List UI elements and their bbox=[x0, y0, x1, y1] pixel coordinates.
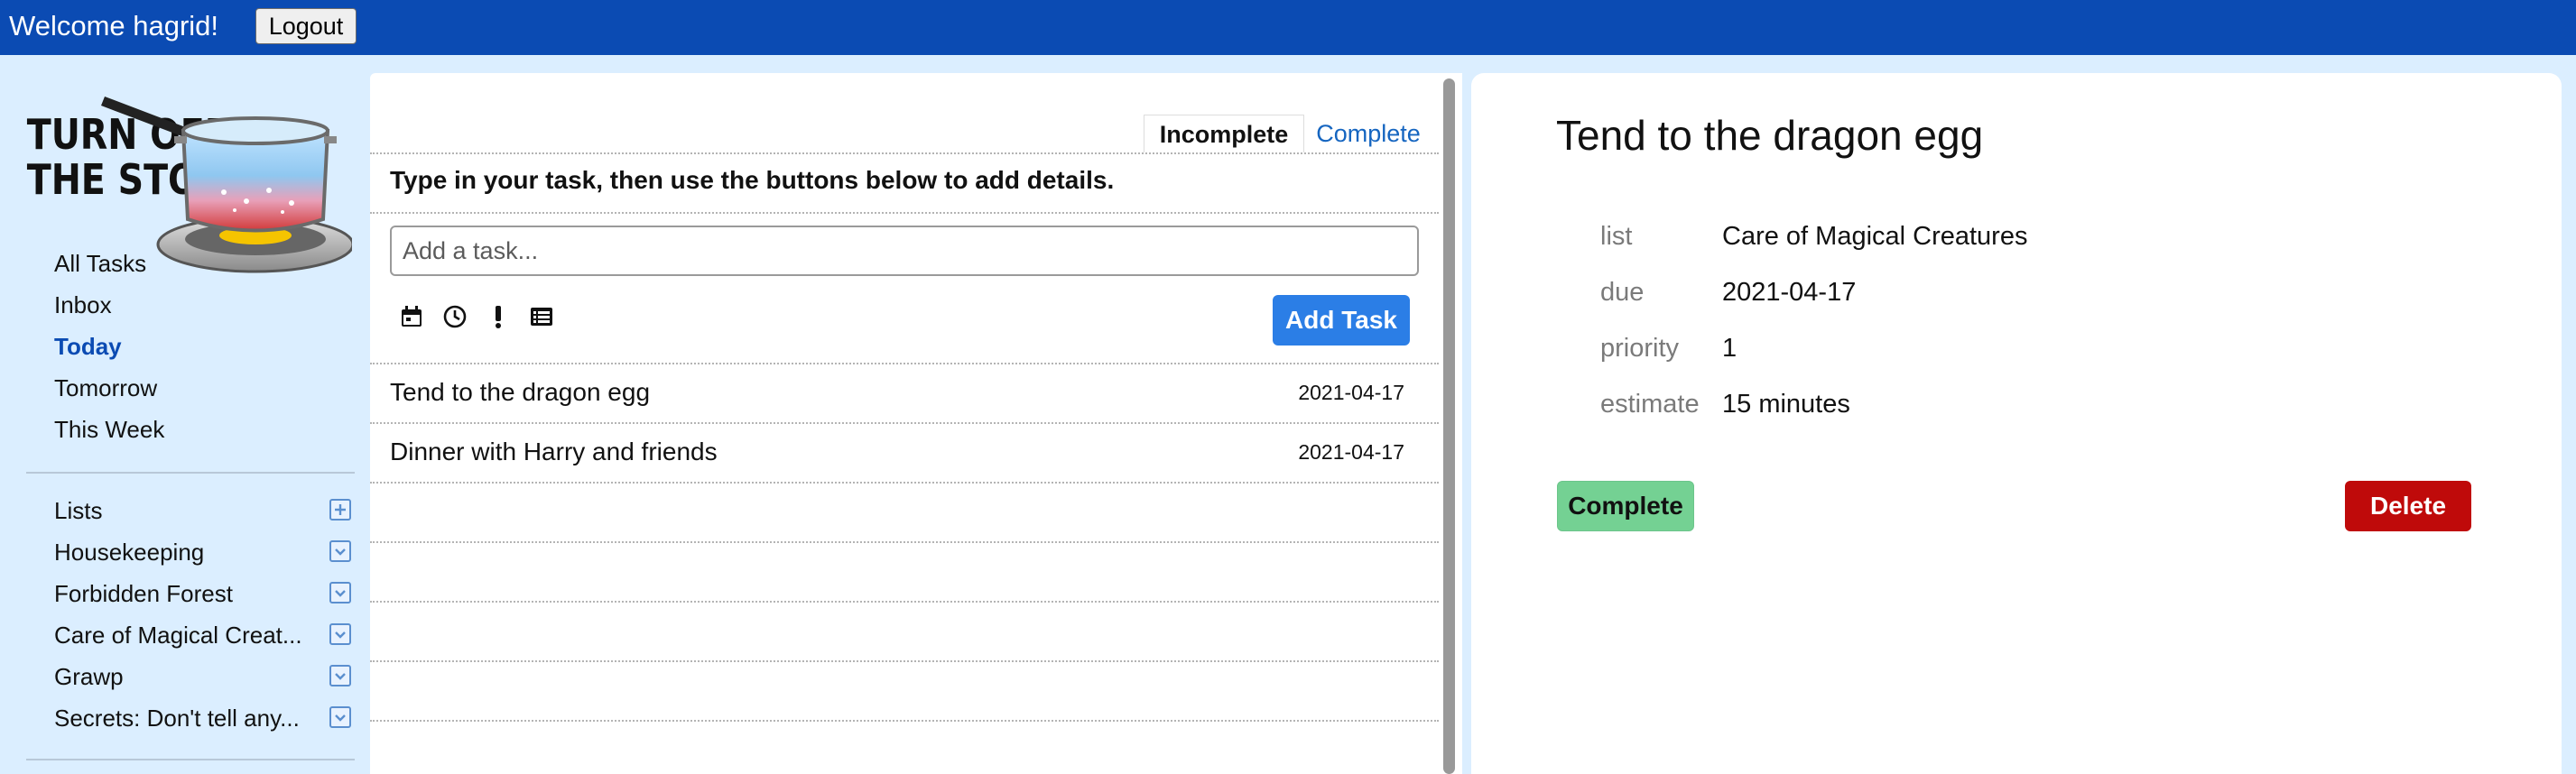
detail-label-estimate: estimate bbox=[1600, 390, 1700, 419]
list-item-forbidden-forest[interactable]: Forbidden Forest bbox=[54, 578, 316, 609]
sidebar-divider bbox=[26, 759, 355, 760]
nav-inbox[interactable]: Inbox bbox=[54, 290, 112, 320]
nav-this-week[interactable]: This Week bbox=[54, 414, 164, 445]
list-item-housekeeping[interactable]: Housekeeping bbox=[54, 537, 316, 567]
divider bbox=[370, 601, 1439, 603]
logout-button[interactable]: Logout bbox=[255, 8, 357, 44]
detail-label-list: list bbox=[1600, 222, 1633, 251]
nav-all-tasks[interactable]: All Tasks bbox=[54, 248, 146, 279]
list-item-care-of-magical-creatures[interactable]: Care of Magical Creat... bbox=[54, 620, 316, 650]
task-row[interactable]: Dinner with Harry and friends 2021-04-17 bbox=[370, 424, 1439, 482]
detail-value-list[interactable]: Care of Magical Creatures bbox=[1722, 220, 2027, 253]
sidebar-divider bbox=[26, 472, 355, 474]
plus-box-icon[interactable] bbox=[329, 499, 351, 521]
tab-incomplete[interactable]: Incomplete bbox=[1144, 115, 1304, 152]
instruction-text: Type in your task, then use the buttons … bbox=[390, 166, 1115, 194]
chevron-down-box-icon[interactable] bbox=[329, 665, 351, 686]
detail-value-priority[interactable]: 1 bbox=[1722, 332, 1737, 364]
task-list-scrollbar[interactable] bbox=[1439, 73, 1462, 774]
list-item-secrets[interactable]: Secrets: Don't tell any... bbox=[54, 703, 316, 733]
divider bbox=[370, 482, 1439, 484]
detail-value-due[interactable]: 2021-04-17 bbox=[1722, 276, 1856, 309]
task-detail-panel: Tend to the dragon egg list Care of Magi… bbox=[1471, 73, 2562, 774]
chevron-down-box-icon[interactable] bbox=[329, 706, 351, 728]
list-item-grawp[interactable]: Grawp bbox=[54, 661, 316, 692]
task-row[interactable]: Tend to the dragon egg 2021-04-17 bbox=[370, 364, 1439, 422]
clock-icon[interactable] bbox=[442, 304, 468, 329]
detail-title[interactable]: Tend to the dragon egg bbox=[1556, 109, 1983, 161]
divider bbox=[370, 720, 1439, 722]
chevron-down-box-icon[interactable] bbox=[329, 582, 351, 604]
nav-tomorrow[interactable]: Tomorrow bbox=[54, 373, 157, 403]
task-list-panel: Incomplete Complete Type in your task, t… bbox=[370, 73, 1439, 774]
lists-header: Lists bbox=[54, 497, 103, 524]
delete-button[interactable]: Delete bbox=[2345, 481, 2471, 531]
add-task-button[interactable]: Add Task bbox=[1273, 295, 1410, 346]
nav-today[interactable]: Today bbox=[54, 331, 122, 362]
divider bbox=[370, 152, 1439, 154]
complete-button[interactable]: Complete bbox=[1557, 481, 1694, 531]
divider bbox=[370, 660, 1439, 662]
task-date: 2021-04-17 bbox=[1298, 440, 1404, 464]
task-title: Tend to the dragon egg bbox=[390, 378, 651, 406]
sidebar: TURN OFF THE STOVE All Tasks Inbox Today… bbox=[0, 55, 370, 774]
top-bar: Welcome hagrid! Logout bbox=[0, 0, 2576, 55]
calendar-icon[interactable] bbox=[399, 304, 424, 329]
scrollbar-thumb[interactable] bbox=[1443, 78, 1455, 774]
panel-separator bbox=[1462, 73, 1471, 774]
list-icon[interactable] bbox=[529, 304, 554, 329]
divider bbox=[370, 541, 1439, 543]
chevron-down-box-icon[interactable] bbox=[329, 623, 351, 645]
detail-label-priority: priority bbox=[1600, 334, 1680, 363]
divider bbox=[370, 212, 1439, 214]
exclamation-icon[interactable] bbox=[486, 304, 511, 329]
chevron-down-box-icon[interactable] bbox=[329, 540, 351, 562]
welcome-text: Welcome hagrid! bbox=[9, 10, 219, 41]
task-title: Dinner with Harry and friends bbox=[390, 438, 718, 465]
detail-value-estimate[interactable]: 15 minutes bbox=[1722, 388, 1850, 420]
detail-label-due: due bbox=[1600, 278, 1645, 307]
task-date: 2021-04-17 bbox=[1298, 381, 1404, 404]
add-task-input[interactable] bbox=[390, 226, 1419, 276]
tab-complete[interactable]: Complete bbox=[1304, 115, 1432, 152]
